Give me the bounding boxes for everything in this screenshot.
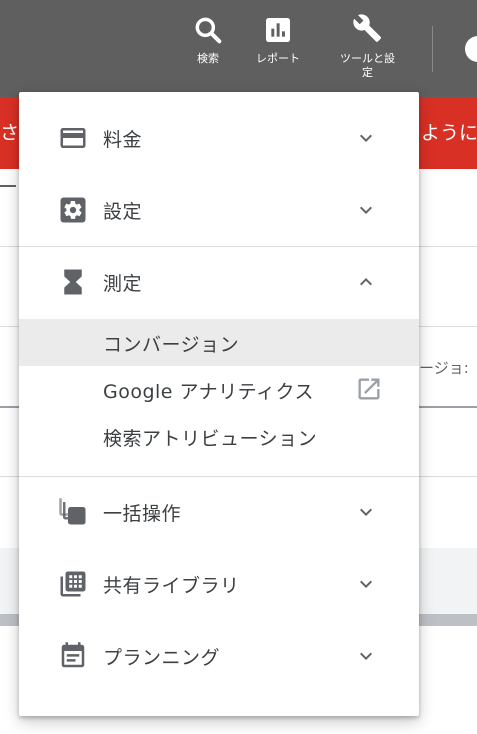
- submenu-item-search-attribution[interactable]: 検索アトリビューション: [19, 413, 419, 460]
- menu-item-bulk-actions-label: 一括操作: [103, 502, 182, 525]
- submenu-item-google-analytics-label: Google アナリティクス: [103, 381, 314, 403]
- top-toolbar: 検索 レポート ツールと設 定: [0, 0, 477, 97]
- toolbar-tools-label: ツールと設 定: [340, 52, 395, 79]
- submenu-item-search-attribution-label: 検索アトリビューション: [103, 428, 318, 450]
- submenu-item-conversions[interactable]: コンバージョン: [19, 319, 419, 366]
- menu-item-measurement-label: 測定: [103, 272, 143, 295]
- toolbar-search-label: 検索: [197, 52, 219, 65]
- tools-dropdown-menu: 料金 設定 測定 コンバージョン Google アナリティクス 検索アトリビュー…: [19, 92, 419, 716]
- bar-chart-icon: [262, 14, 294, 46]
- open-in-new-icon: [355, 375, 383, 403]
- submenu-item-conversions-label: コンバージョン: [103, 334, 240, 356]
- toolbar-reports-button[interactable]: レポート: [256, 14, 300, 66]
- toolbar-search-button[interactable]: 検索: [192, 14, 224, 66]
- menu-item-settings-label: 設定: [103, 200, 143, 223]
- alert-text-right: ようにな: [421, 122, 477, 144]
- wrench-icon: [352, 14, 384, 46]
- submenu-item-google-analytics[interactable]: Google アナリティクス: [19, 366, 419, 413]
- chevron-up-icon[interactable]: [351, 267, 381, 297]
- chevron-down-icon[interactable]: [351, 497, 381, 527]
- gear-icon: [57, 194, 89, 226]
- menu-item-bulk-actions[interactable]: 一括操作: [19, 476, 419, 548]
- credit-card-icon: [57, 122, 89, 154]
- menu-item-billing[interactable]: 料金: [19, 102, 419, 174]
- menu-item-shared-library[interactable]: 共有ライブラリ: [19, 548, 419, 620]
- chevron-down-icon[interactable]: [351, 123, 381, 153]
- copy-layers-icon: [57, 496, 89, 528]
- menu-item-planning[interactable]: プランニング: [19, 620, 419, 692]
- library-grid-icon: [57, 568, 89, 600]
- calendar-icon: [57, 640, 89, 672]
- chevron-down-icon[interactable]: [351, 641, 381, 671]
- menu-item-planning-label: プランニング: [103, 646, 221, 669]
- menu-item-billing-label: 料金: [103, 128, 143, 151]
- menu-item-measurement[interactable]: 測定: [19, 246, 419, 318]
- menu-item-settings[interactable]: 設定: [19, 174, 419, 246]
- background-tab-indicator: [0, 185, 16, 187]
- chevron-down-icon[interactable]: [351, 195, 381, 225]
- alert-text-left: さ: [0, 122, 20, 144]
- chevron-down-icon[interactable]: [351, 569, 381, 599]
- toolbar-tools-button[interactable]: ツールと設 定: [340, 14, 395, 80]
- menu-item-shared-library-label: 共有ライブラリ: [103, 574, 240, 597]
- account-avatar[interactable]: [465, 36, 477, 62]
- search-icon: [192, 14, 224, 46]
- background-partial-text: ージョ:: [419, 359, 469, 377]
- toolbar-divider: [432, 26, 433, 72]
- hourglass-icon: [57, 266, 89, 298]
- toolbar-reports-label: レポート: [256, 52, 300, 65]
